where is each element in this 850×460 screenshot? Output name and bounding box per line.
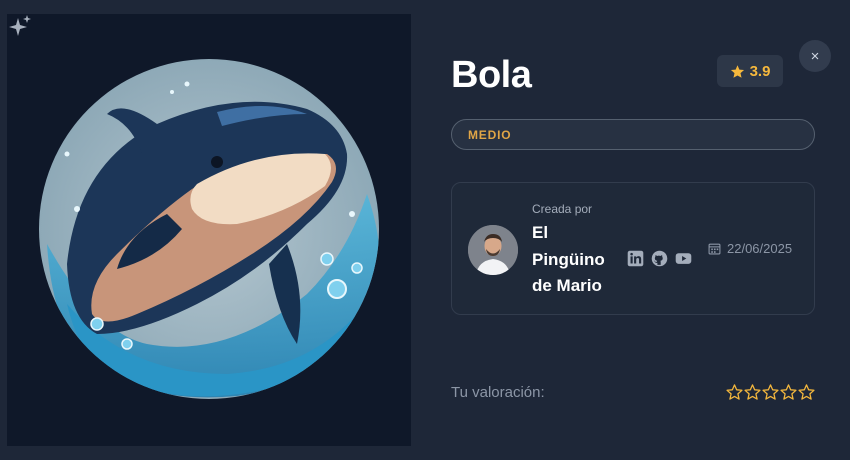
difficulty-label: MEDIO: [468, 127, 512, 142]
user-rating-label: Tu valoración:: [451, 384, 545, 401]
star-4-icon[interactable]: [780, 382, 797, 402]
difficulty-badge: MEDIO: [451, 119, 815, 150]
star-2-icon[interactable]: [744, 382, 761, 402]
github-icon[interactable]: [651, 250, 668, 267]
close-button[interactable]: ×: [799, 40, 831, 72]
sparkle-icon: [9, 15, 31, 36]
star-3-icon[interactable]: [762, 382, 779, 402]
user-rating-stars: [726, 382, 815, 402]
date: 22/06/2025: [708, 241, 792, 256]
rating-badge: 3.9: [717, 55, 783, 87]
page-title: Bola: [451, 54, 532, 96]
linkedin-icon[interactable]: [627, 250, 644, 267]
author-name[interactable]: El Pingüino de Mario: [532, 220, 624, 300]
calendar-icon: [708, 243, 721, 255]
star-5-icon[interactable]: [798, 382, 815, 402]
date-value: 22/06/2025: [727, 241, 793, 256]
author-card: Creada por El Pingüino de Mario 22/06/20…: [451, 182, 815, 315]
close-icon: ×: [810, 47, 820, 65]
star-icon: [730, 64, 744, 78]
avatar[interactable]: [468, 225, 518, 275]
exercise-image: [7, 14, 411, 446]
author-photo: [468, 225, 518, 275]
star-1-icon[interactable]: [726, 382, 743, 402]
social-links: [627, 250, 692, 267]
rating-value: 3.9: [749, 62, 771, 80]
youtube-icon[interactable]: [675, 250, 692, 267]
created-by-label: Creada por: [532, 202, 593, 216]
orca-illustration: [39, 59, 379, 399]
